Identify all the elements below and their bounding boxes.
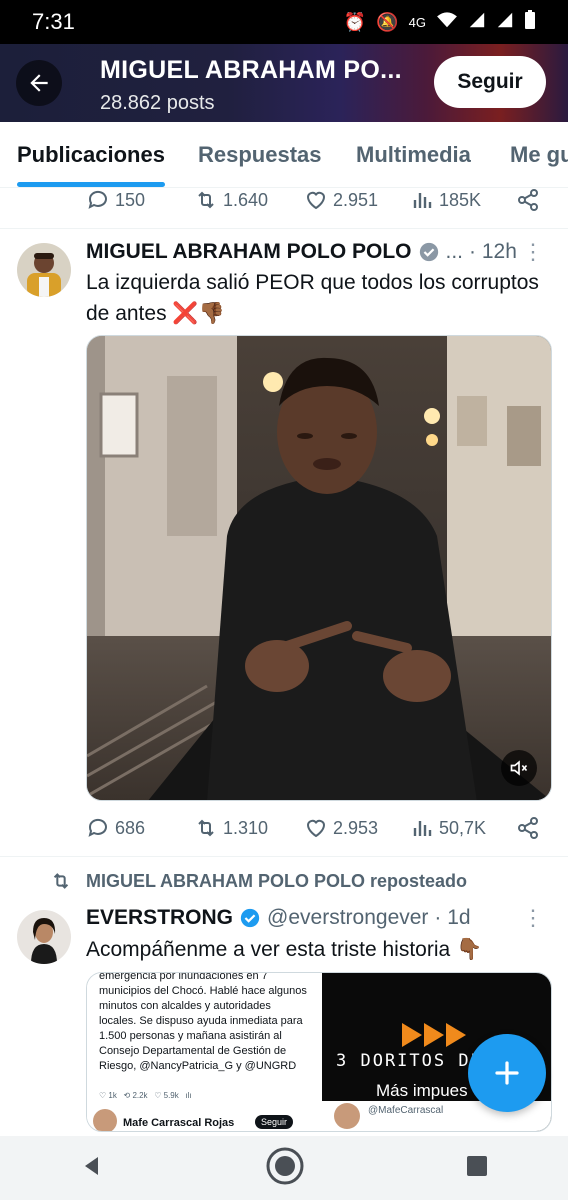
post-time: · 12h <box>469 240 517 263</box>
battery-icon <box>524 9 536 35</box>
repost-count: 1.310 <box>223 817 269 838</box>
profile-header: MIGUEL ABRAHAM PO... 28.862 posts Seguir <box>0 44 568 122</box>
repost-button[interactable]: 1.640 <box>194 188 268 212</box>
recents-square-icon <box>466 1155 487 1176</box>
post-count: 28.862 posts <box>100 92 215 114</box>
status-time: 7:31 <box>32 9 75 34</box>
alarm-icon: ⏰ <box>343 11 367 32</box>
post-header: EVERSTRONG @everstrongever · 1d <box>86 906 471 930</box>
embedded-follow: Seguir <box>255 1115 294 1129</box>
repost-label: MIGUEL ABRAHAM POLO POLO reposteado <box>86 870 468 891</box>
post-header: MIGUEL ABRAHAM POLO POLO ... · 12h <box>86 240 517 264</box>
repost-icon <box>198 819 214 837</box>
network-label: 4G <box>408 14 426 30</box>
tab-multimedia[interactable]: Multimedia <box>356 142 471 168</box>
nav-home-button[interactable] <box>265 1146 305 1191</box>
author-name[interactable]: EVERSTRONG <box>86 906 233 930</box>
video-player[interactable] <box>86 335 552 801</box>
reply-icon <box>88 818 107 837</box>
divider <box>0 856 568 857</box>
post1-actions: 686 1.310 2.953 50,7K <box>86 816 546 846</box>
profile-name: MIGUEL ABRAHAM PO... <box>100 56 402 84</box>
reply-icon <box>88 190 107 209</box>
post-text: La izquierda salió PEOR que todos los co… <box>86 271 539 325</box>
share-icon <box>518 817 538 839</box>
like-count: 2.951 <box>333 189 379 210</box>
repost-button[interactable]: 1.310 <box>194 816 268 840</box>
embedded-text: emergencia por inundaciones en 7 municip… <box>99 973 307 1072</box>
profile-tabs: Publicaciones Respuestas Multimedia Me g… <box>0 122 568 188</box>
tab-publicaciones[interactable]: Publicaciones <box>17 142 165 168</box>
share-button[interactable] <box>516 816 540 840</box>
embedded-handle: @MafeCarrascal <box>368 1105 444 1116</box>
repost-icon <box>198 191 214 209</box>
back-triangle-icon <box>85 1156 99 1175</box>
heart-icon <box>306 819 326 838</box>
heart-icon <box>306 191 326 210</box>
embedded-actions: ♡ 1k ⟲ 2.2k ♡ 5.9k ılı <box>99 1091 192 1100</box>
verified-badge-icon <box>419 242 438 262</box>
muted-speaker-icon <box>510 760 528 776</box>
signal-icon <box>468 11 486 34</box>
embedded-subtitle: Más impues <box>376 1081 468 1100</box>
reply-button[interactable]: 686 <box>86 816 145 840</box>
repost-count: 1.640 <box>223 189 269 210</box>
prev-post-actions: 150 1.640 2.951 185K <box>86 188 546 218</box>
avatar[interactable] <box>17 243 71 297</box>
embedded-avatar <box>334 1103 360 1129</box>
embedded-quoted-name: Mafe Carrascal Rojas <box>123 1117 235 1129</box>
divider <box>0 228 568 229</box>
reply-button[interactable]: 150 <box>86 188 145 212</box>
truncated-handle: ... <box>445 240 464 263</box>
mute-notification-icon: 🔕 <box>376 11 399 32</box>
avatar[interactable] <box>17 910 71 964</box>
home-circle-icon <box>266 1147 304 1184</box>
author-handle[interactable]: @everstrongever <box>267 906 428 930</box>
more-options-icon[interactable]: ⋮ <box>522 907 544 929</box>
author-name[interactable]: MIGUEL ABRAHAM POLO POLO <box>86 240 412 264</box>
share-icon <box>518 189 538 211</box>
views-icon <box>413 193 432 208</box>
embedded-title: 3 DORITOS DE <box>336 1051 483 1071</box>
active-tab-indicator <box>17 182 165 187</box>
plus-icon <box>495 1061 519 1085</box>
views-button[interactable]: 50,7K <box>410 816 486 840</box>
status-bar: 7:31 ⏰ 🔕 4G <box>0 0 568 44</box>
tab-respuestas[interactable]: Respuestas <box>198 142 322 168</box>
view-count: 185K <box>439 189 482 210</box>
repost-indicator[interactable]: MIGUEL ABRAHAM POLO POLO reposteado <box>50 870 467 892</box>
mute-button[interactable] <box>501 750 537 786</box>
views-button[interactable]: 185K <box>410 188 481 212</box>
nav-recents-button[interactable] <box>466 1155 488 1182</box>
embedded-screenshot[interactable]: emergencia por inundaciones en 7 municip… <box>87 973 318 1131</box>
views-icon <box>413 821 432 836</box>
reply-count: 686 <box>115 817 146 838</box>
compose-button[interactable] <box>468 1034 546 1112</box>
system-nav-bar <box>0 1136 568 1200</box>
tab-me-gusta[interactable]: Me gu <box>510 142 568 168</box>
like-button[interactable]: 2.951 <box>304 188 378 212</box>
post-time: · 1d <box>434 906 471 929</box>
wifi-icon <box>436 11 458 34</box>
back-button[interactable] <box>16 60 62 106</box>
like-count: 2.953 <box>333 817 379 838</box>
video-thumbnail <box>87 336 551 800</box>
follow-button[interactable]: Seguir <box>434 56 546 108</box>
view-count: 50,7K <box>439 817 487 838</box>
arrow-left-icon <box>30 74 48 92</box>
more-options-icon[interactable]: ⋮ <box>522 241 544 263</box>
nav-back-button[interactable] <box>80 1154 104 1183</box>
status-icons: ⏰ 🔕 4G <box>343 9 536 35</box>
verified-badge-icon <box>240 908 260 928</box>
like-button[interactable]: 2.953 <box>304 816 378 840</box>
signal-icon-2 <box>496 11 514 34</box>
share-button[interactable] <box>516 188 540 212</box>
embedded-avatar <box>93 1109 117 1131</box>
post-text: Acompáñenme a ver esta triste historia 👇… <box>86 938 483 961</box>
repost-icon <box>53 873 69 889</box>
reply-count: 150 <box>115 189 146 210</box>
